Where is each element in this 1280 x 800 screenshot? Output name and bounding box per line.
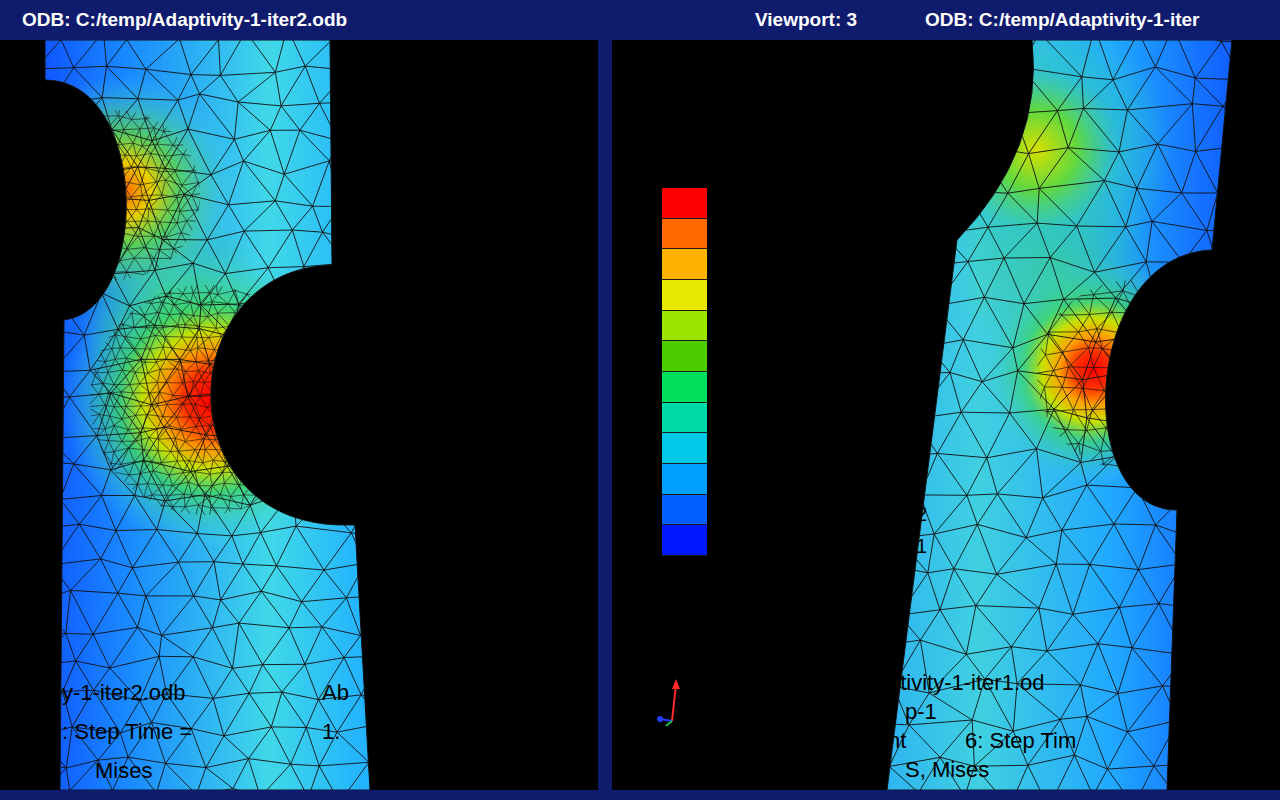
legend-band (662, 464, 707, 495)
legend-band (662, 311, 707, 342)
triad-label: 1 (916, 534, 927, 558)
info-text: p-1 (905, 699, 937, 724)
info-text: nt (888, 728, 965, 753)
info-text: 6: Step Tim (965, 728, 1076, 753)
viewport[interactable]: 21ptivity-1-iter1.odp-1nt6: Step TimS, M… (612, 40, 1280, 790)
info-row: Mises (62, 758, 355, 783)
info-row: nt6: Step Tim (888, 728, 1076, 753)
info-text: : Step Time = (62, 719, 322, 744)
info-text: Ab (322, 680, 349, 705)
viewport[interactable]: y-1-iter2.odbAb: Step Time =1.Mises (0, 40, 598, 790)
odb-title: ODB: C:/temp/Adaptivity-1-iter2.odb (22, 9, 755, 31)
viewport-label: Viewport: 3 (755, 9, 925, 31)
triad-label: 2 (916, 502, 927, 526)
legend-band (662, 403, 707, 434)
contour-legend (662, 188, 707, 556)
info-row: S, Mises (888, 757, 1076, 782)
viewport-info: y-1-iter2.odbAb: Step Time =1.Mises (62, 680, 355, 783)
info-text: Mises (95, 758, 355, 783)
info-row: ptivity-1-iter1.od (888, 670, 1076, 695)
legend-band (662, 341, 707, 372)
mesh-plot (0, 40, 598, 790)
legend-band (662, 249, 707, 280)
legend-band (662, 188, 707, 219)
abaqus-viewer: ODB: C:/temp/Adaptivity-1-iter2.odbViewp… (0, 0, 1280, 800)
info-row: p-1 (888, 699, 1076, 724)
info-text: S, Mises (905, 757, 989, 782)
legend-band (662, 372, 707, 403)
legend-band (662, 433, 707, 464)
legend-band (662, 495, 707, 526)
axis-triad-icon (652, 675, 692, 730)
bottom-bar (0, 790, 1280, 800)
legend-band (662, 525, 707, 556)
info-row: : Step Time =1. (62, 719, 355, 744)
workspace: y-1-iter2.odbAb: Step Time =1.Mises21pti… (0, 40, 1280, 790)
viewport-divider (598, 40, 612, 790)
odb-title: ODB: C:/temp/Adaptivity-1-iter (925, 9, 1280, 31)
triad-labels: 21 (916, 502, 927, 558)
info-text: ptivity-1-iter1.od (888, 670, 1045, 695)
viewport-info: ptivity-1-iter1.od p-1 nt6: Step Tim S, Mis… (888, 670, 1076, 782)
info-text: y-1-iter2.odb (62, 680, 322, 705)
title-bar: ODB: C:/temp/Adaptivity-1-iter2.odbViewp… (0, 0, 1280, 40)
info-row: y-1-iter2.odbAb (62, 680, 355, 705)
info-text: 1. (322, 719, 340, 744)
legend-band (662, 280, 707, 311)
legend-band (662, 219, 707, 250)
